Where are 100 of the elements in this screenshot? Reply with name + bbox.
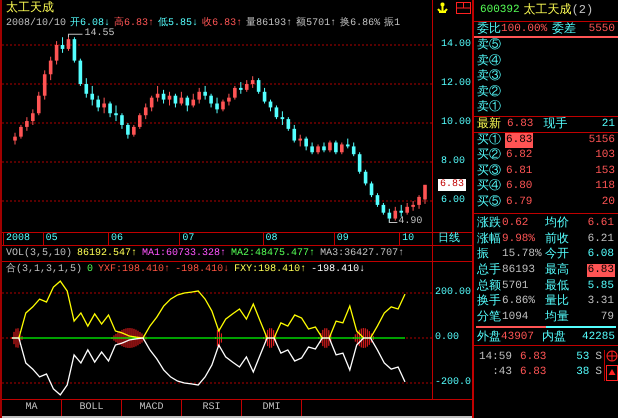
buy-level-label: 买⑤ [477, 194, 501, 210]
candlestick [36, 91, 41, 116]
indicator-value: -198.410↓ [175, 264, 230, 275]
candlestick [250, 76, 254, 88]
field-value: 43907 [501, 330, 534, 345]
tick-side: S [595, 365, 602, 380]
candlestick [108, 101, 112, 118]
stock-title: 太工天成 [6, 0, 54, 16]
axis-label: 12.00 [441, 78, 472, 90]
candlestick [364, 169, 368, 186]
quote-field: 收6.83↑ [202, 18, 242, 28]
buy-price: 6.80 [505, 179, 534, 194]
field-label: 内盘 [542, 330, 566, 345]
quote-field: 额5701↑ [296, 18, 336, 28]
field-value: 6.61 [586, 217, 615, 230]
indicator-value: 0 [87, 264, 94, 275]
indicator-value: MA3:36427.707↑ [320, 248, 404, 259]
date-label: 2008 [3, 233, 30, 245]
quote-field: 2008/10/10 [6, 18, 66, 28]
field-value: 3.31 [586, 295, 615, 308]
field-value: 6.86% [501, 295, 536, 308]
date-label: 06 [108, 233, 124, 245]
sell-level-label: 卖④ [477, 54, 501, 69]
buy-volume: 5156 [588, 132, 615, 148]
candlestick [304, 136, 308, 151]
field-value: 42285 [582, 330, 615, 345]
indicator-value: -198.410↓ [311, 264, 366, 275]
field-label: 委差 [552, 22, 576, 36]
buy-volume: 103 [595, 148, 615, 164]
candlestick [78, 58, 82, 86]
axis-label: 8.00 [441, 156, 466, 168]
candlestick [54, 40, 58, 66]
up-triangle-button[interactable] [606, 365, 618, 382]
field-value: 6.83 [586, 264, 615, 278]
candlestick [150, 95, 154, 112]
candlestick [132, 124, 136, 138]
candlestick [274, 104, 278, 120]
buy-volume: 118 [595, 179, 615, 194]
field-label: 涨幅 [477, 232, 501, 247]
field-label: 委比 [477, 22, 501, 36]
candlestick [31, 108, 35, 126]
field-label: 量比 [545, 294, 569, 310]
field-value: 5550 [588, 22, 615, 36]
field-value: 1094 [501, 310, 530, 324]
series-name: YXF [98, 264, 116, 275]
candlestick [316, 144, 320, 155]
buy-level-label: 买② [477, 148, 501, 164]
candlestick [417, 194, 421, 210]
candlestick [244, 80, 249, 92]
axis-label: 10.00 [441, 117, 472, 129]
candlestick [13, 132, 17, 145]
field-value: 21 [602, 116, 615, 132]
field-value: 0.62 [501, 217, 530, 230]
window-icon[interactable] [456, 2, 471, 14]
candlestick [168, 91, 172, 106]
sell-level-label: 卖② [477, 84, 501, 100]
buy-price: 6.82 [505, 148, 534, 164]
candlestick [268, 99, 272, 112]
quote-field: 换6.86% [340, 18, 380, 28]
candlestick [262, 87, 266, 104]
candlestick [72, 36, 76, 64]
candlestick [42, 70, 47, 100]
candlestick [48, 56, 52, 81]
buy-price: 6.83 [505, 132, 534, 148]
candlestick [256, 78, 260, 94]
candlestick [370, 181, 374, 198]
field-label: 总额 [477, 278, 501, 294]
axis-label: -200.0 [435, 377, 472, 390]
leader-line [388, 218, 398, 223]
anchor-icon[interactable] [437, 2, 448, 14]
candlestick [334, 140, 338, 155]
field-value: 6.21 [586, 232, 615, 246]
indicator-value: MA1:60733.328↑ [142, 248, 226, 259]
field-value: 5.85 [586, 280, 615, 293]
candlestick [346, 138, 350, 149]
high-price-label: 14.55 [84, 28, 114, 40]
date-label: 08 [262, 233, 278, 245]
field-value: 15.78% [501, 248, 543, 262]
crosshair-circle-icon[interactable] [606, 350, 618, 362]
field-label: 分笔 [477, 310, 501, 325]
date-label: 10 [399, 233, 414, 245]
field-label: 换手 [477, 294, 501, 310]
candlestick [60, 36, 64, 54]
candlestick [399, 204, 404, 218]
indicator-value: VOL(3,5,10) [6, 248, 72, 259]
candlestick [90, 85, 94, 106]
axis-label: 6.00 [441, 194, 466, 207]
candlestick [96, 95, 100, 112]
field-value: 6.08 [586, 248, 615, 262]
series-name: FXY [234, 264, 252, 275]
buy-price: 6.81 [505, 164, 534, 179]
date-label: 05 [42, 233, 58, 245]
buy-volume: 20 [602, 194, 615, 210]
quote-field: 低5.85↓ [158, 18, 198, 28]
date-label: 07 [179, 233, 194, 245]
candlestick [102, 97, 106, 114]
candlestick [227, 93, 231, 106]
candlestick [280, 110, 284, 126]
candlestick [25, 116, 29, 132]
candlestick [233, 85, 237, 100]
